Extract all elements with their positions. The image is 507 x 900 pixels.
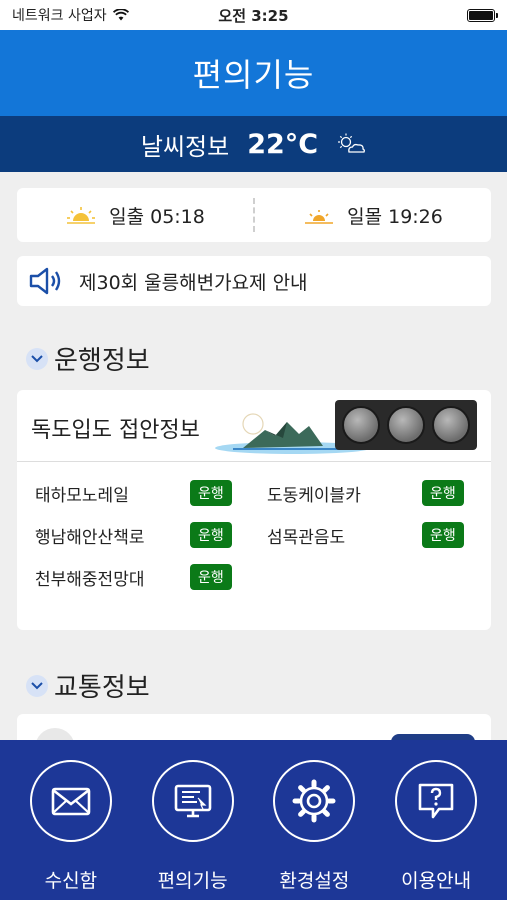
weather-label: 날씨정보	[140, 132, 230, 161]
sunrise-text: 일출 05:18	[109, 205, 205, 228]
list-item[interactable]: 천부해중전망대 운행	[35, 564, 232, 590]
traffic-section-header[interactable]: 교통정보	[26, 667, 150, 704]
page-title-bar: 편의기능	[0, 30, 507, 116]
carrier-label: 네트워크 사업자	[12, 8, 107, 24]
facility-name: 태하모노레일	[35, 485, 129, 506]
tab-label: 편의기능	[157, 870, 228, 892]
facility-name: 천부해중전망대	[35, 569, 145, 590]
wifi-icon	[112, 9, 129, 21]
sunset-icon	[305, 210, 334, 224]
bottom-tab-bar: 수신함 편의기능 환경설정 이용안내	[0, 740, 507, 900]
operations-section-title: 운행정보	[54, 346, 150, 376]
envelope-icon	[29, 760, 112, 842]
tab-settings[interactable]: 환경설정	[259, 740, 369, 900]
sunrise: 일출 05:18	[17, 202, 253, 229]
notice-banner[interactable]: 제30회 울릉해변가요제 안내	[17, 256, 491, 306]
facility-name: 도동케이블카	[267, 485, 361, 506]
operations-section-header[interactable]: 운행정보	[26, 340, 150, 377]
tab-guide[interactable]: 이용안내	[381, 740, 491, 900]
list-item[interactable]: 도동케이블카 운행	[267, 480, 464, 506]
notice-text: 제30회 울릉해변가요제 안내	[79, 271, 308, 294]
list-item[interactable]: 섬목관음도 운행	[267, 522, 464, 548]
tab-convenience[interactable]: 편의기능	[138, 740, 248, 900]
dokdo-title: 독도입도 접안정보	[31, 418, 200, 443]
operations-card: 독도입도 접안정보 태하모노레일 운행 도동케이블카 운행 행남해안산책로 운행	[17, 390, 491, 630]
signal-lamp	[386, 406, 425, 444]
speaker-icon	[29, 267, 61, 295]
traffic-section-title: 교통정보	[54, 673, 150, 703]
page-title: 편의기능	[192, 56, 315, 94]
gear-icon	[273, 760, 356, 842]
battery-icon	[467, 9, 498, 22]
monitor-icon	[151, 760, 234, 842]
facility-name: 행남해안산책로	[35, 527, 145, 548]
signal-lamp	[342, 406, 381, 444]
list-item[interactable]: 행남해안산책로 운행	[35, 522, 232, 548]
facility-name: 섬목관음도	[267, 527, 346, 548]
status-badge: 운행	[422, 522, 464, 548]
sunset: 일몰 19:26	[255, 202, 491, 229]
signal-lamp	[431, 406, 470, 444]
weather-bar[interactable]: 날씨정보 22°C	[0, 116, 507, 172]
tab-inbox[interactable]: 수신함	[16, 740, 126, 900]
sunset-text: 일몰 19:26	[347, 205, 443, 228]
dokdo-header[interactable]: 독도입도 접안정보	[17, 390, 491, 462]
traffic-light	[335, 400, 477, 450]
weather-temperature: 22°C	[247, 128, 319, 160]
tab-label: 환경설정	[279, 870, 350, 892]
status-badge: 운행	[190, 480, 232, 506]
sunrise-icon	[67, 207, 96, 224]
list-item[interactable]: 태하모노레일 운행	[35, 480, 232, 506]
chevron-down-icon	[26, 674, 48, 697]
status-left: 네트워크 사업자	[12, 5, 129, 25]
chevron-down-icon	[26, 347, 48, 370]
status-bar: 네트워크 사업자 오전 3:25	[0, 0, 507, 30]
status-badge: 운행	[190, 564, 232, 590]
tab-label: 수신함	[44, 870, 98, 892]
tab-label: 이용안내	[401, 870, 472, 892]
status-badge: 운행	[422, 480, 464, 506]
partly-cloudy-icon	[338, 133, 366, 153]
sun-times-card: 일출 05:18 일몰 19:26	[17, 188, 491, 242]
status-badge: 운행	[190, 522, 232, 548]
help-bubble-icon	[395, 760, 478, 842]
